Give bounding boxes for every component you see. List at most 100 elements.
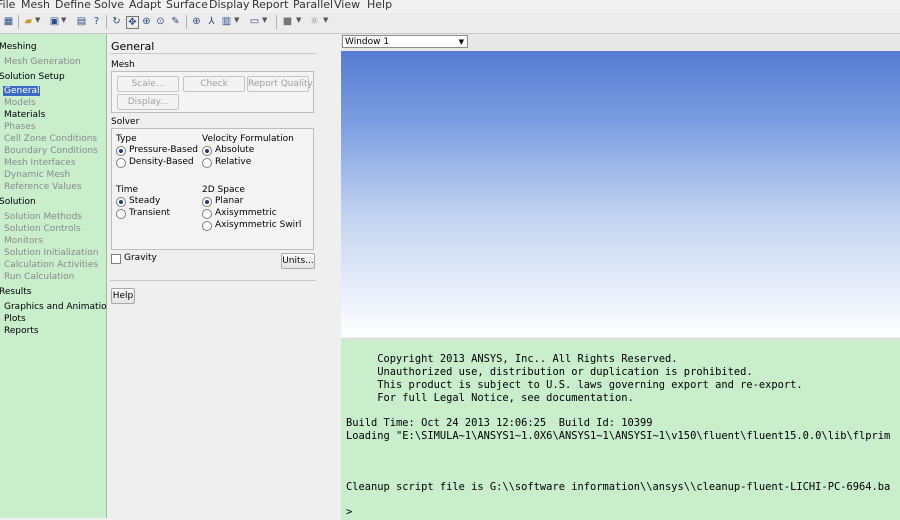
planar-label: Planar: [215, 196, 244, 206]
relative-radio[interactable]: [202, 158, 212, 168]
chevron-down-icon[interactable]: ▼: [296, 16, 301, 24]
menu-adapt[interactable]: Adapt: [129, 0, 161, 11]
tree-item-monitors[interactable]: Monitors: [4, 236, 43, 246]
menu-file[interactable]: File: [0, 0, 15, 11]
check-button[interactable]: Check: [183, 76, 245, 92]
fit-to-window-icon[interactable]: ⊕: [191, 16, 202, 27]
mesh-group: Scale... Check Report Quality Display...: [111, 71, 314, 113]
menu-view[interactable]: View: [334, 0, 360, 11]
toolbar-separator: [186, 15, 187, 29]
tree-item-reports[interactable]: Reports: [4, 326, 39, 336]
planar-radio[interactable]: [202, 197, 212, 207]
tree-item-general[interactable]: General: [3, 86, 41, 96]
console-line: Copyright 2013 ANSYS, Inc.. All Rights R…: [346, 353, 678, 365]
tree-section-results[interactable]: Results: [0, 287, 32, 297]
menu-display[interactable]: Display: [209, 0, 250, 11]
density-based-radio[interactable]: [116, 158, 126, 168]
steady-radio[interactable]: [116, 197, 126, 207]
help-icon[interactable]: ?: [91, 16, 102, 27]
solver-group: Type Pressure-Based Density-Based Veloci…: [111, 128, 314, 250]
menu-parallel[interactable]: Parallel: [293, 0, 333, 11]
chevron-down-icon[interactable]: ▼: [61, 16, 66, 24]
zoom-to-area-icon[interactable]: ⊙: [155, 16, 166, 27]
gravity-checkbox[interactable]: [111, 254, 121, 264]
console-line: Unauthorized use, distribution or duplic…: [346, 366, 753, 378]
2d-space-label: 2D Space: [202, 185, 245, 195]
tree-item-mesh-generation[interactable]: Mesh Generation: [4, 57, 81, 67]
tree-item-models[interactable]: Models: [4, 98, 36, 108]
steady-label: Steady: [129, 196, 161, 206]
tree-item-solution-controls[interactable]: Solution Controls: [4, 224, 81, 234]
gravity-label: Gravity: [124, 253, 157, 263]
navigation-tree: Meshing Mesh Generation Solution Setup G…: [0, 34, 117, 518]
chevron-down-icon[interactable]: ▼: [35, 16, 40, 24]
tree-item-solution-methods[interactable]: Solution Methods: [4, 212, 82, 222]
views-icon[interactable]: ▥: [221, 16, 232, 27]
chevron-down-icon[interactable]: ▼: [262, 16, 267, 24]
graphics-window-bar: Window 1 ▼: [341, 34, 900, 51]
tree-item-dynamic-mesh[interactable]: Dynamic Mesh: [4, 170, 70, 180]
console-prompt[interactable]: >: [346, 506, 352, 518]
console-line: Loading "E:\SIMULA~1\ANSYS1~1.0X6\ANSYS1…: [346, 430, 891, 442]
open-folder-icon[interactable]: ▰: [23, 16, 34, 27]
zoom-in-icon[interactable]: ⊕: [141, 16, 152, 27]
tree-item-mesh-interfaces[interactable]: Mesh Interfaces: [4, 158, 76, 168]
probe-icon[interactable]: ✎: [170, 16, 181, 27]
velocity-formulation-label: Velocity Formulation: [202, 134, 294, 144]
tree-item-graphics-and-animations[interactable]: Graphics and Animations: [4, 302, 117, 312]
scale-button[interactable]: Scale...: [117, 76, 179, 92]
chevron-down-icon[interactable]: ▼: [323, 16, 328, 24]
time-label: Time: [116, 185, 139, 195]
chevron-down-icon[interactable]: ▼: [234, 16, 239, 24]
units-button[interactable]: Units...: [281, 253, 315, 269]
save-icon[interactable]: ▣: [49, 16, 60, 27]
absolute-radio[interactable]: [202, 146, 212, 156]
window-layout-icon[interactable]: ▭: [249, 16, 260, 27]
tree-item-plots[interactable]: Plots: [4, 314, 26, 324]
window-select[interactable]: Window 1 ▼: [342, 35, 468, 48]
print-icon[interactable]: ▤: [76, 16, 87, 27]
tree-section-solution[interactable]: Solution: [0, 197, 36, 207]
console-line: For full Legal Notice, see documentation…: [346, 392, 634, 404]
menu-help[interactable]: Help: [367, 0, 392, 11]
tree-section-meshing[interactable]: Meshing: [0, 42, 37, 52]
tree-item-run-calculation[interactable]: Run Calculation: [4, 272, 74, 282]
display-button[interactable]: Display...: [117, 94, 179, 110]
rotate-icon[interactable]: ↻: [111, 16, 122, 27]
toolbar: ▦ ▰ ▼ ▣ ▼ ▤ ? ↻ ✥ ⊕ ⊙ ✎ ⊕ ⅄ ▥ ▼ ▭ ▼ ■ ▼ …: [0, 13, 900, 34]
help-button[interactable]: Help: [111, 288, 135, 304]
graphics-window[interactable]: Window 1 ▼: [341, 34, 900, 337]
tree-item-cell-zone-conditions[interactable]: Cell Zone Conditions: [4, 134, 97, 144]
transient-radio[interactable]: [116, 209, 126, 219]
toolbar-separator: [106, 15, 107, 29]
tree-item-phases[interactable]: Phases: [4, 122, 36, 132]
menu-mesh[interactable]: Mesh: [21, 0, 50, 11]
density-based-label: Density-Based: [129, 157, 194, 167]
report-quality-button[interactable]: Report Quality: [247, 76, 313, 92]
scene-icon[interactable]: ■: [282, 16, 293, 27]
general-task-page: General Mesh Scale... Check Report Quali…: [107, 34, 341, 518]
text-console[interactable]: Copyright 2013 ANSYS, Inc.. All Rights R…: [341, 338, 900, 520]
tree-item-materials[interactable]: Materials: [4, 110, 45, 120]
axisymmetric-swirl-radio[interactable]: [202, 221, 212, 231]
relative-label: Relative: [215, 157, 252, 167]
orient-icon[interactable]: ⅄: [206, 16, 217, 27]
tree-item-calculation-activities[interactable]: Calculation Activities: [4, 260, 98, 270]
pan-icon[interactable]: ✥: [126, 16, 139, 29]
menu-define[interactable]: Define: [55, 0, 91, 11]
menu-report[interactable]: Report: [252, 0, 288, 11]
lights-icon[interactable]: ☼: [309, 16, 320, 27]
tree-item-reference-values[interactable]: Reference Values: [4, 182, 82, 192]
console-line: Cleanup script file is G:\\software info…: [346, 481, 891, 493]
new-icon[interactable]: ▦: [3, 16, 14, 27]
tree-section-solution-setup[interactable]: Solution Setup: [0, 72, 65, 82]
console-line: This product is subject to U.S. laws gov…: [346, 379, 803, 391]
axisymmetric-radio[interactable]: [202, 209, 212, 219]
divider: [110, 53, 316, 54]
type-label: Type: [116, 134, 137, 144]
tree-item-solution-initialization[interactable]: Solution Initialization: [4, 248, 98, 258]
pressure-based-radio[interactable]: [116, 146, 126, 156]
menu-solve[interactable]: Solve: [94, 0, 124, 11]
tree-item-boundary-conditions[interactable]: Boundary Conditions: [4, 146, 98, 156]
menu-surface[interactable]: Surface: [166, 0, 208, 11]
